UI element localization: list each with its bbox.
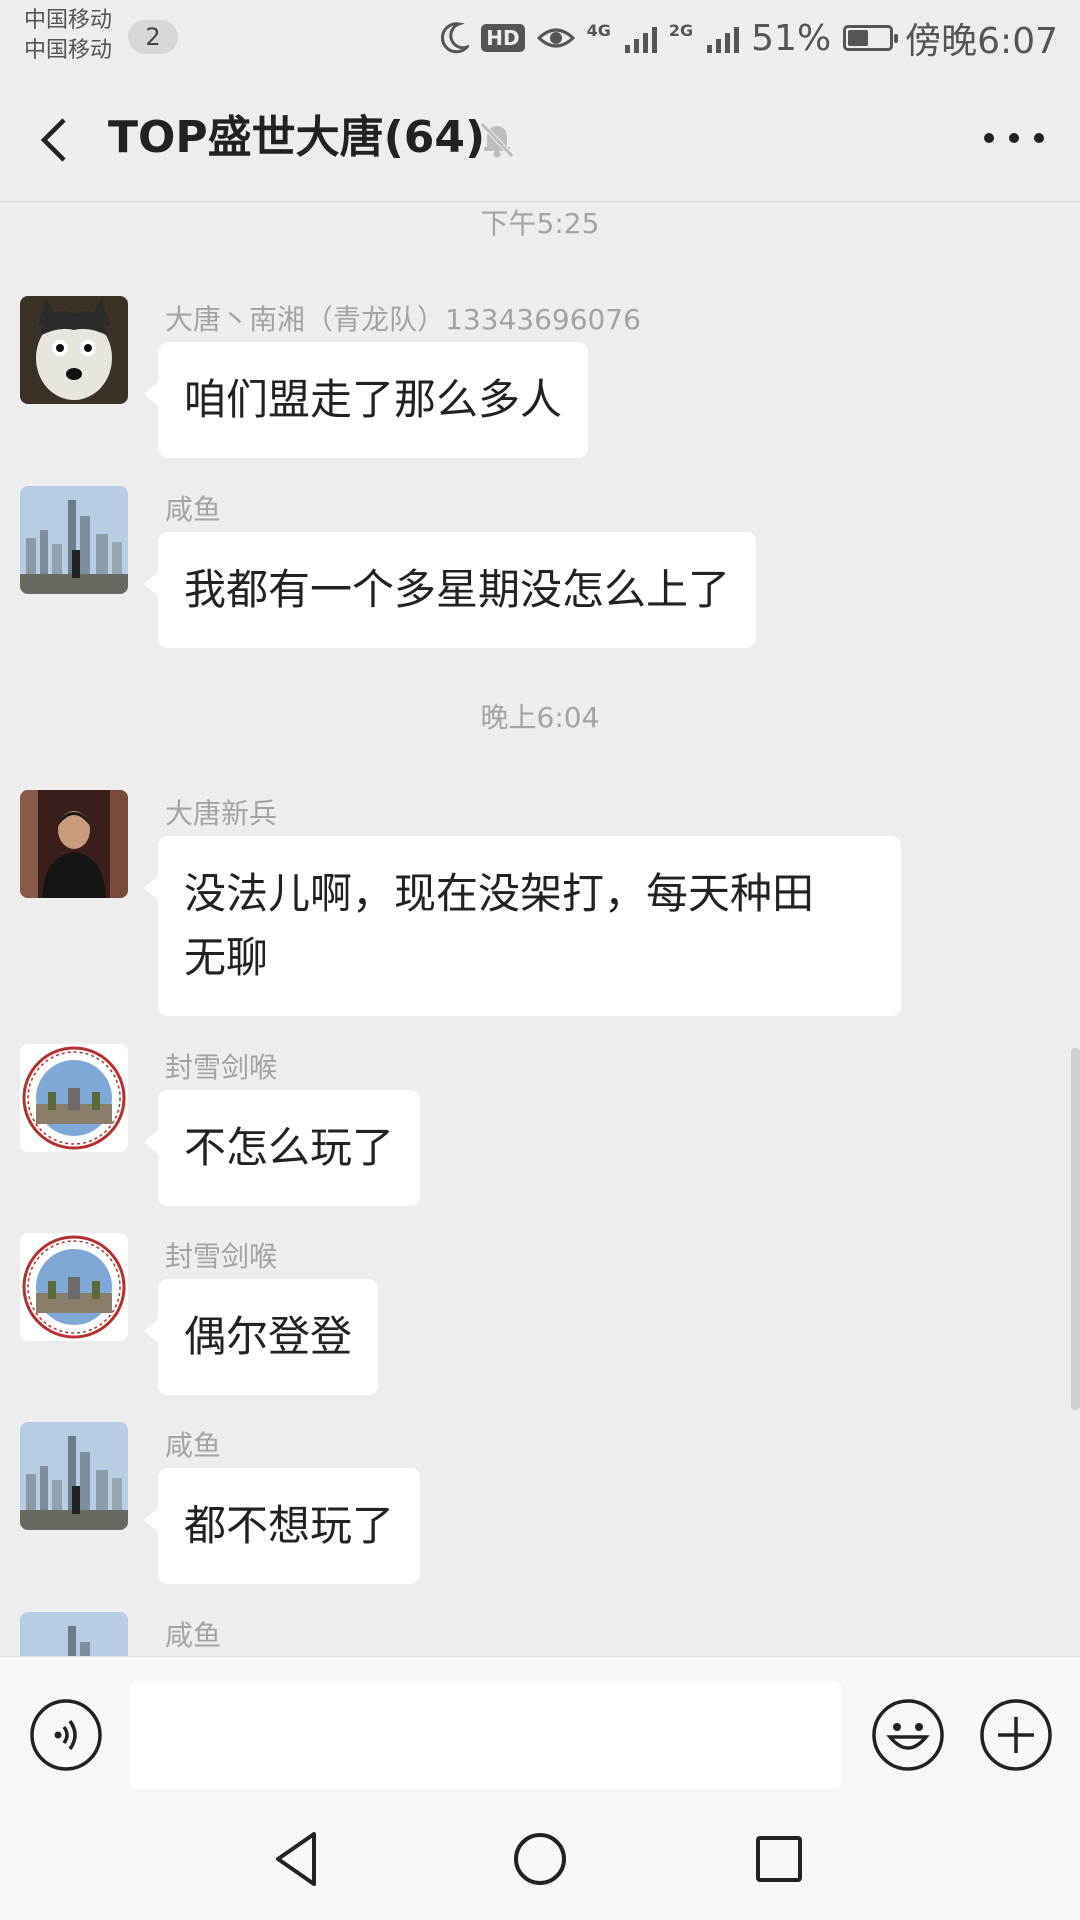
signal-2-icon — [707, 23, 740, 53]
message-bubble[interactable]: 咱们盟走了那么多人 — [143, 342, 589, 458]
message-text-line: 无聊 — [184, 933, 269, 982]
back-arrow-icon — [40, 118, 66, 162]
university-seal-logo — [20, 1233, 128, 1341]
avatar[interactable] — [20, 296, 128, 404]
sim-badge: 2 — [128, 20, 178, 54]
nav-home-button[interactable] — [505, 1824, 575, 1894]
bell-muted-icon — [476, 118, 518, 160]
timestamp: 晚上6:04 — [480, 701, 600, 734]
status-bar: 中国移动 中国移动 2 HD 4G 2G 51% 傍晚6:07 — [0, 0, 1080, 76]
message-list[interactable]: 下午5:25 大唐丶南湘（青龙队）13343696076 咱们盟走了那么多人 咸… — [0, 202, 1080, 1656]
voice-button[interactable] — [28, 1697, 104, 1773]
battery-fill — [848, 30, 869, 46]
man-portrait-photo — [20, 790, 128, 898]
system-nav-bar — [0, 1792, 1080, 1920]
network-type-1: 4G — [586, 20, 611, 40]
carrier-info: 中国移动 中国移动 — [24, 6, 112, 66]
message-bubble[interactable]: 偶尔登登 — [143, 1279, 379, 1395]
nav-back-button[interactable] — [266, 1824, 336, 1894]
city-skyline-photo — [20, 1612, 128, 1656]
more-options-button[interactable] — [984, 120, 1044, 156]
chat-title[interactable]: TOP盛世大唐(64) — [108, 108, 485, 168]
emoji-button[interactable] — [870, 1697, 946, 1773]
nav-home-icon — [514, 1833, 566, 1885]
avatar[interactable] — [20, 1612, 128, 1656]
timestamp: 下午5:25 — [480, 207, 600, 240]
sender-name: 封雪剑喉 — [165, 1051, 278, 1084]
emoji-icon — [872, 1699, 944, 1771]
plus-icon — [980, 1699, 1052, 1771]
back-button[interactable] — [30, 110, 80, 170]
status-icons: HD 4G 2G 51% 傍晚6:07 — [439, 10, 1058, 66]
carrier-2: 中国移动 — [24, 38, 113, 63]
moon-icon — [441, 22, 470, 54]
avatar[interactable] — [20, 486, 128, 594]
message-input[interactable] — [130, 1681, 842, 1789]
sender-name: 大唐新兵 — [165, 797, 278, 830]
university-seal-logo — [20, 1044, 128, 1152]
sender-name: 咸鱼 — [165, 1619, 222, 1652]
sender-name: 咸鱼 — [165, 1429, 222, 1462]
message-bubble[interactable]: 都不想玩了 — [143, 1468, 421, 1584]
sender-name: 咸鱼 — [165, 493, 222, 526]
avatar[interactable] — [20, 1044, 128, 1152]
battery-icon — [843, 25, 899, 51]
plus-button[interactable] — [978, 1697, 1054, 1773]
avatar[interactable] — [20, 790, 128, 898]
city-skyline-photo — [20, 486, 128, 594]
message-bubble[interactable]: 我都有一个多星期没怎么上了 — [143, 532, 757, 648]
city-skyline-photo — [20, 1422, 128, 1530]
input-bar — [0, 1656, 1080, 1792]
avatar[interactable] — [20, 1233, 128, 1341]
chat-header: TOP盛世大唐(64) — [0, 76, 1080, 202]
nav-recents-icon — [756, 1836, 802, 1882]
sender-name: 大唐丶南湘（青龙队）13343696076 — [165, 303, 641, 336]
battery-percent: 51% — [751, 17, 832, 59]
scrollbar[interactable] — [1071, 1048, 1080, 1410]
carrier-1: 中国移动 — [24, 8, 113, 33]
husky-dog-photo — [20, 296, 128, 404]
signal-1-icon — [624, 23, 657, 53]
message-text-line: 没法儿啊，现在没架打，每天种田 — [184, 869, 815, 918]
voice-icon — [30, 1699, 102, 1771]
clock: 傍晚6:07 — [905, 21, 1058, 62]
nav-recents-button[interactable] — [744, 1824, 814, 1894]
message-bubble[interactable]: 不怎么玩了 — [143, 1090, 421, 1206]
sender-name: 封雪剑喉 — [165, 1240, 278, 1273]
hd-icon: HD — [481, 24, 525, 52]
avatar[interactable] — [20, 1422, 128, 1530]
network-type-2: 2G — [668, 20, 694, 40]
more-dots-icon — [984, 133, 994, 143]
message-bubble[interactable]: 没法儿啊，现在没架打，每天种田 无聊 — [144, 836, 901, 1016]
nav-back-icon — [276, 1832, 316, 1886]
eye-icon — [536, 28, 575, 48]
